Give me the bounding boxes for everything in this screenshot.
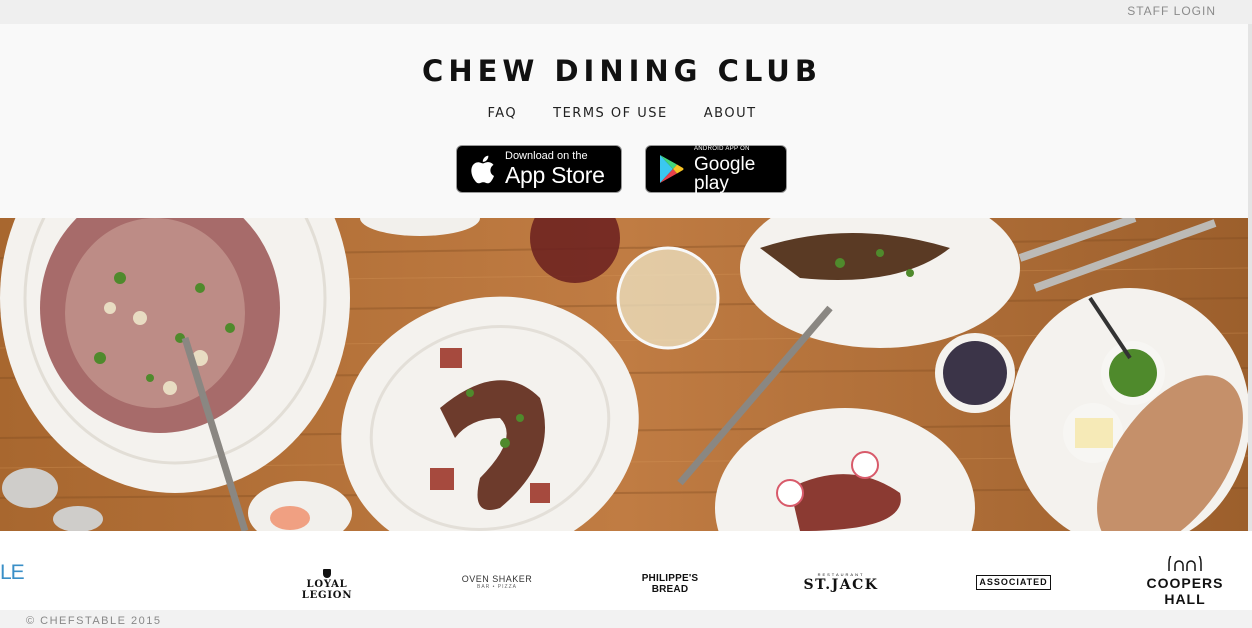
philippes-line2: BREAD [651,584,689,595]
site-header: CHEW DINING CLUB FAQ TERMS OF USE ABOUT … [0,24,1252,218]
page-scrollbar[interactable] [1248,24,1252,608]
coopers-line2: HALL [1164,591,1206,607]
partner-coopers-hall-logo[interactable]: COOPERS HALL [1141,556,1229,607]
google-play-badge[interactable]: ANDROID APP ON Google play [645,145,787,193]
partner-logos: LE LOYAL LEGION OVEN SHAKER BAR • PIZZA … [0,531,1252,610]
google-play-small-text: ANDROID APP ON [694,145,750,152]
top-bar: STAFF LOGIN [0,0,1252,24]
copyright-text: © CHEFSTABLE 2015 [26,615,162,627]
google-play-big-text: Google play [694,153,756,194]
oven-shaker-sub: BAR • PIZZA [477,584,517,590]
app-store-badge[interactable]: Download on the App Store [456,145,622,193]
main-nav: FAQ TERMS OF USE ABOUT [0,106,1244,121]
st-jack-name: ST.JACK [803,577,879,593]
partner-st-jack-logo[interactable]: RESTAURANT ST.JACK [800,573,882,593]
oven-shaker-name: OVEN SHAKER [461,574,533,584]
google-play-icon [658,154,684,184]
partner-le-logo[interactable]: LE [0,561,25,585]
coopers-line1: COOPERS [1146,575,1224,591]
nav-terms-of-use[interactable]: TERMS OF USE [553,106,668,121]
site-logo[interactable]: CHEW DINING CLUB [0,54,1244,88]
partner-loyal-legion-logo[interactable]: LOYAL LEGION [287,569,367,601]
app-store-small-text: Download on the [505,150,588,162]
partner-oven-shaker-logo[interactable]: OVEN SHAKER BAR • PIZZA [461,574,533,590]
philippes-line1: PHILIPPE'S [641,573,699,584]
staff-login-link[interactable]: STAFF LOGIN [1127,4,1216,18]
site-footer: © CHEFSTABLE 2015 [0,610,1252,628]
loyal-legion-shield-icon [323,569,331,578]
coopers-arches-icon [1168,556,1202,571]
partner-associated-logo[interactable]: ASSOCIATED [976,575,1051,590]
loyal-legion-name: LOYAL LEGION [301,579,353,601]
app-store-big-text: App Store [505,162,605,188]
nav-faq[interactable]: FAQ [487,106,517,121]
partner-philippes-bread-logo[interactable]: PHILIPPE'S BREAD [640,573,700,595]
apple-icon [469,154,495,185]
nav-about[interactable]: ABOUT [704,106,757,121]
hero-food-image [0,218,1248,531]
